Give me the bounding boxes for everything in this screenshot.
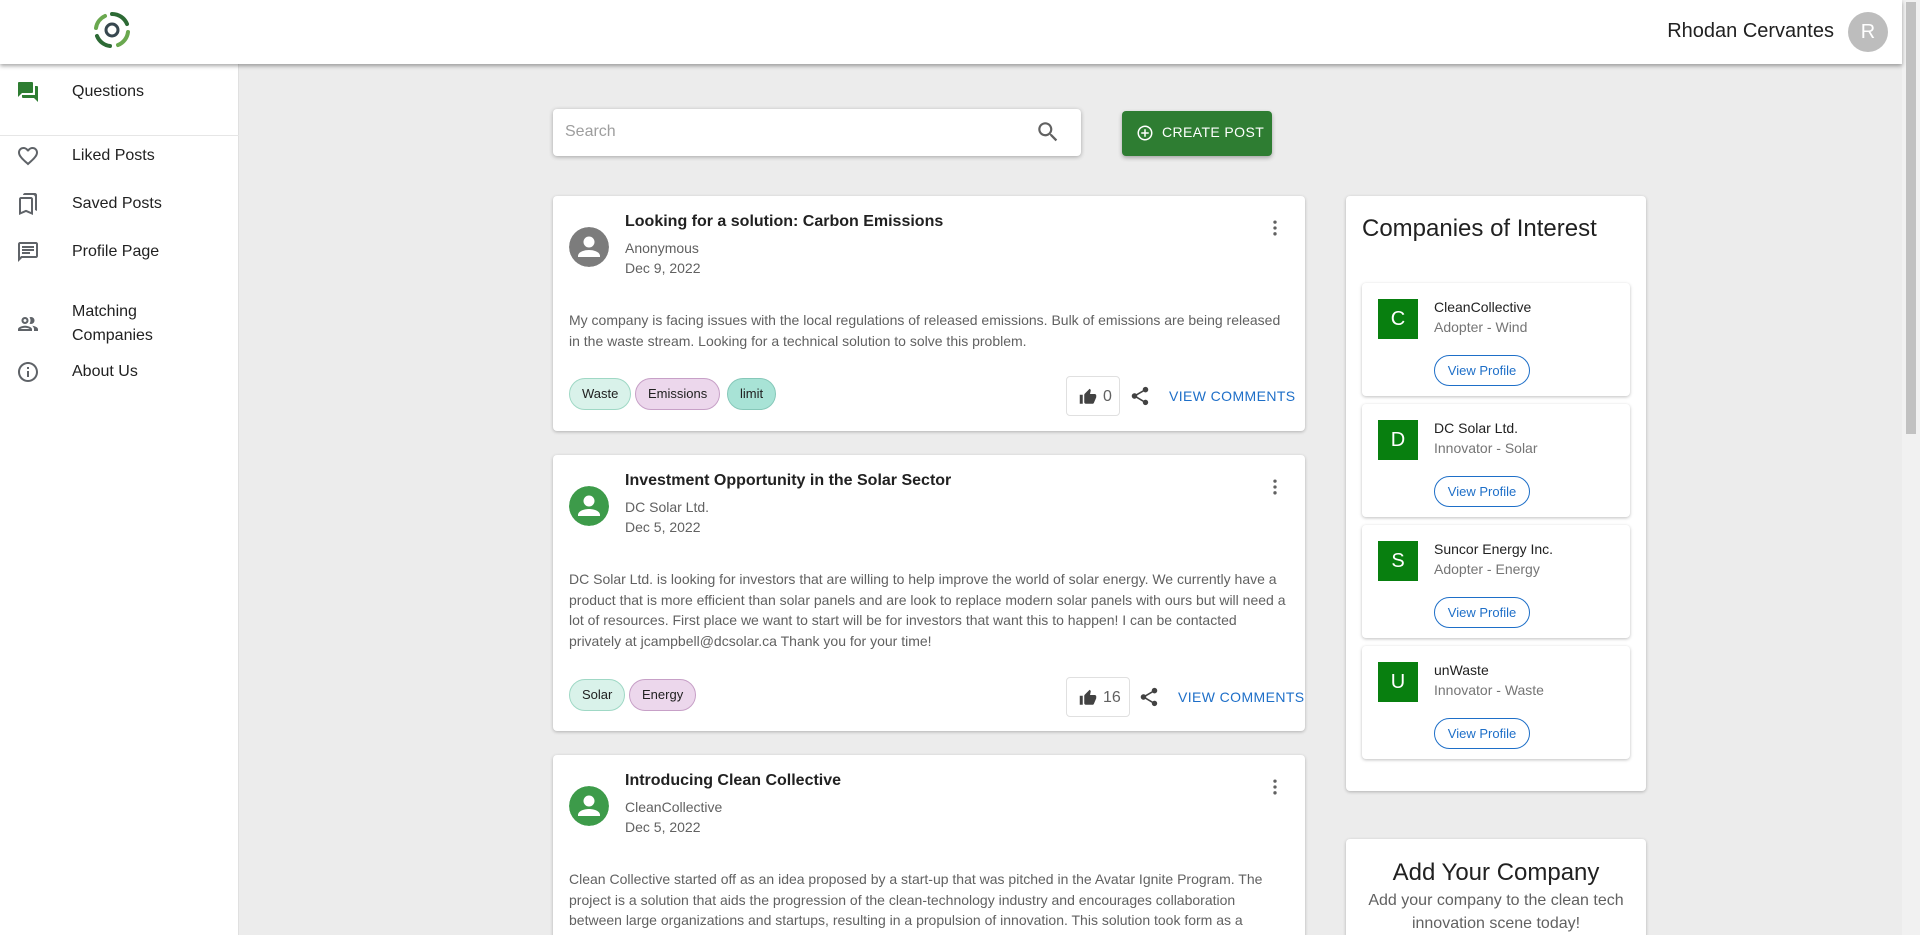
post-card: Introducing Clean Collective CleanCollec…: [553, 755, 1305, 935]
search-input[interactable]: [565, 117, 1025, 147]
sidebar-item-label: Matching Companies: [72, 303, 153, 344]
sidebar-item-label: Saved Posts: [72, 195, 162, 212]
sidebar-item-label: Profile Page: [72, 243, 160, 260]
company-avatar: U: [1378, 662, 1418, 702]
post-title[interactable]: Introducing Clean Collective: [625, 772, 841, 790]
like-button[interactable]: 0: [1066, 376, 1120, 416]
company-name: unWaste: [1434, 662, 1489, 678]
share-icon[interactable]: [1129, 385, 1151, 407]
like-count: 0: [1103, 388, 1112, 405]
share-icon[interactable]: [1138, 686, 1160, 708]
view-profile-button[interactable]: View Profile: [1434, 718, 1530, 749]
person-icon: [569, 786, 609, 826]
add-company-subtitle: Add your company to the clean tech innov…: [1368, 892, 1624, 932]
person-icon: [569, 486, 609, 526]
scrollbar-thumb[interactable]: [1906, 2, 1916, 434]
companies-panel: Companies of Interest C CleanCollective …: [1346, 196, 1646, 791]
post-card: Investment Opportunity in the Solar Sect…: [553, 455, 1305, 731]
post-author: DC Solar Ltd.: [625, 499, 710, 515]
sidebar: Questions Liked Posts Saved Posts Profil…: [0, 64, 239, 935]
create-post-button[interactable]: CREATE POST: [1122, 111, 1272, 156]
company-card: D DC Solar Ltd. Innovator - Solar View P…: [1362, 404, 1630, 517]
user-avatar[interactable]: R: [1848, 12, 1888, 52]
view-profile-button[interactable]: View Profile: [1434, 597, 1530, 628]
app-logo-icon[interactable]: [92, 10, 132, 50]
people-icon: [18, 317, 38, 331]
company-avatar: D: [1378, 420, 1418, 460]
company-card: S Suncor Energy Inc. Adopter - Energy Vi…: [1362, 525, 1630, 638]
company-avatar: C: [1378, 299, 1418, 339]
sidebar-item-label: Questions: [72, 83, 145, 100]
tag-chip[interactable]: Energy: [629, 679, 697, 711]
post-title[interactable]: Looking for a solution: Carbon Emissions: [625, 213, 943, 231]
tag-chip[interactable]: Waste: [569, 378, 632, 410]
post-body: DC Solar Ltd. is looking for investors t…: [569, 571, 1286, 649]
post-title[interactable]: Investment Opportunity in the Solar Sect…: [625, 472, 951, 490]
view-profile-button[interactable]: View Profile: [1434, 476, 1530, 507]
more-vert-icon[interactable]: [1265, 218, 1285, 238]
thumb-up-icon: [1079, 689, 1097, 705]
company-role: Innovator - Waste: [1434, 682, 1544, 698]
company-name: DC Solar Ltd.: [1434, 420, 1519, 436]
search-icon[interactable]: [1035, 119, 1061, 145]
company-name: CleanCollective: [1434, 299, 1532, 315]
add-circle-icon: [1137, 125, 1153, 141]
post-date: Dec 5, 2022: [625, 819, 701, 835]
post-author: CleanCollective: [625, 799, 723, 815]
company-role: Adopter - Wind: [1434, 319, 1528, 335]
like-button[interactable]: 16: [1066, 677, 1130, 717]
more-vert-icon[interactable]: [1265, 777, 1285, 797]
tag-chip[interactable]: Solar: [569, 679, 626, 711]
user-name: Rhodan Cervantes: [1667, 20, 1834, 42]
view-comments-button[interactable]: VIEW COMMENTS: [1169, 388, 1296, 404]
bookmarks-icon: [19, 193, 37, 215]
add-company-card[interactable]: Add Your Company Add your company to the…: [1346, 839, 1646, 935]
top-app-bar: Rhodan Cervantes R: [0, 0, 1902, 64]
forum-icon: [18, 82, 38, 102]
sidebar-item-matching-companies[interactable]: Matching Companies: [0, 300, 239, 348]
company-card: C CleanCollective Adopter - Wind View Pr…: [1362, 283, 1630, 396]
tag-chip[interactable]: Emissions: [635, 378, 721, 410]
post-date: Dec 5, 2022: [625, 519, 701, 535]
company-card: U unWaste Innovator - Waste View Profile: [1362, 646, 1630, 759]
add-company-title: Add Your Company: [1392, 859, 1600, 886]
tag-chip[interactable]: limit: [727, 378, 777, 410]
company-role: Adopter - Energy: [1434, 561, 1540, 577]
view-comments-button[interactable]: VIEW COMMENTS: [1178, 689, 1305, 705]
heart-icon: [18, 147, 38, 166]
sidebar-item-label: Liked Posts: [72, 147, 155, 164]
more-vert-icon[interactable]: [1265, 477, 1285, 497]
post-card: Looking for a solution: Carbon Emissions…: [553, 196, 1305, 431]
company-avatar: S: [1378, 541, 1418, 581]
info-icon: [18, 362, 38, 382]
view-profile-button[interactable]: View Profile: [1434, 355, 1530, 386]
post-body: My company is facing issues with the loc…: [569, 312, 1281, 349]
thumb-up-icon: [1079, 388, 1097, 404]
company-role: Innovator - Solar: [1434, 440, 1538, 456]
post-date: Dec 9, 2022: [625, 260, 701, 276]
sidebar-item-label: About Us: [72, 363, 138, 380]
person-icon: [569, 227, 609, 267]
company-name: Suncor Energy Inc.: [1434, 541, 1554, 557]
post-body: Clean Collective started off as an idea …: [569, 871, 1263, 935]
like-count: 16: [1103, 689, 1121, 706]
sidebar-divider: [0, 135, 239, 136]
search-bar: [553, 109, 1081, 156]
companies-title: Companies of Interest: [1362, 215, 1597, 242]
article-icon: [18, 242, 38, 262]
create-post-label: CREATE POST: [1162, 124, 1265, 140]
post-author: Anonymous: [625, 240, 699, 256]
